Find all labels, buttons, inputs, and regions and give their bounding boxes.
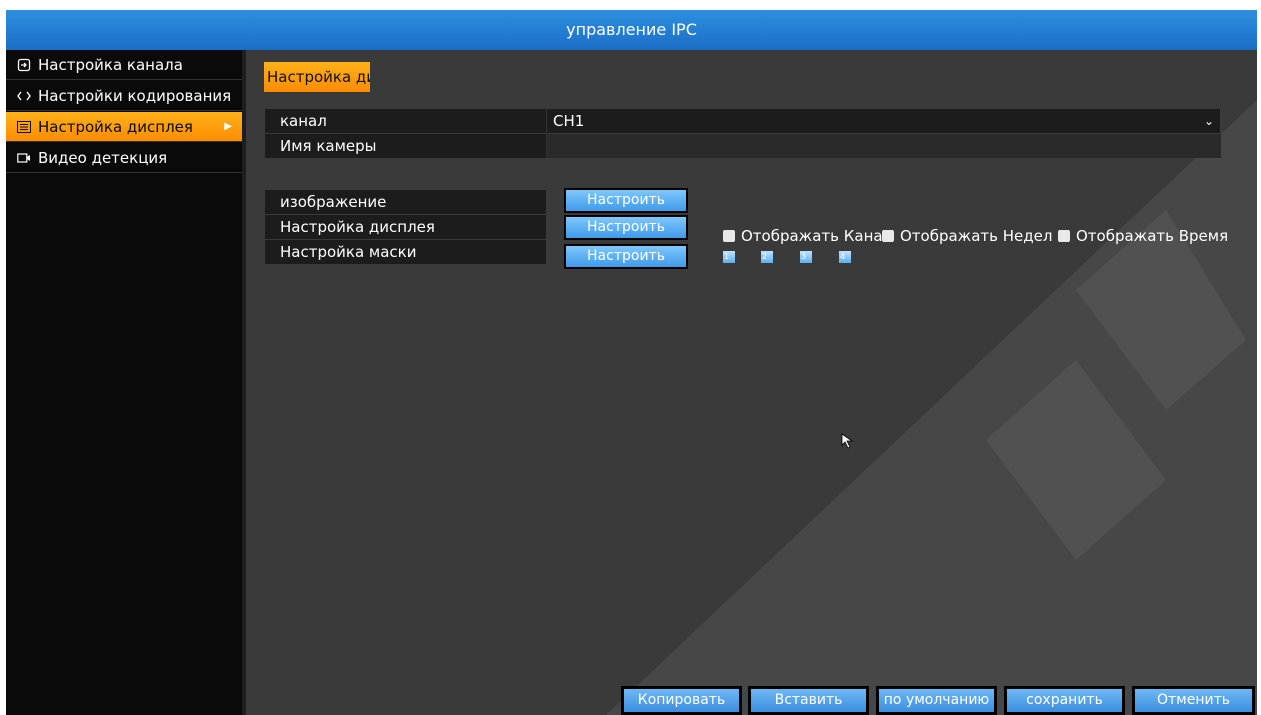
show-week-checkbox[interactable]: Отображать Недел (882, 226, 1052, 246)
checkbox-label: Отображать Недел (900, 227, 1053, 245)
code-icon (16, 89, 32, 103)
sidebar-item-label: Настройка дисплея (38, 117, 193, 136)
save-button[interactable]: сохранить (1004, 686, 1125, 715)
image-settings-label: изображение (265, 190, 546, 214)
window-title: управление IPC (6, 10, 1257, 50)
channel-label: канал (265, 109, 546, 133)
chevron-down-icon: ⌄ (1203, 114, 1214, 128)
ipc-management-window: управление IPC Настройка канала Настройк… (6, 10, 1257, 715)
button-label: Отменить (1135, 689, 1252, 712)
button-label: Вставить (751, 689, 866, 712)
copy-button[interactable]: Копировать (621, 686, 742, 715)
channel-input-icon (16, 58, 32, 72)
image-configure-button[interactable]: Настроить (564, 188, 688, 213)
mask-area-3-toggle[interactable]: 3 (800, 251, 812, 263)
video-camera-icon (16, 151, 32, 165)
checkbox-label: Отображать Кана (741, 227, 883, 245)
sidebar-divider (242, 50, 246, 715)
mask-settings-label: Настройка маски (265, 240, 546, 264)
sidebar: Настройка канала Настройки кодирования Н… (6, 50, 242, 715)
camera-name-label: Имя камеры (265, 134, 546, 158)
display-configure-button[interactable]: Настроить (564, 215, 688, 240)
show-channel-checkbox[interactable]: Отображать Кана (723, 226, 883, 246)
sidebar-item-video-detection[interactable]: Видео детекция (6, 143, 242, 173)
button-label: Настроить (566, 190, 686, 211)
sidebar-item-channel-settings[interactable]: Настройка канала (6, 50, 242, 80)
button-label: сохранить (1007, 689, 1122, 712)
button-label: по умолчанию (879, 689, 994, 712)
cancel-button[interactable]: Отменить (1132, 686, 1255, 715)
sidebar-item-encoding-settings[interactable]: Настройки кодирования (6, 81, 242, 111)
paste-button[interactable]: Вставить (748, 686, 869, 715)
show-time-checkbox[interactable]: Отображать Время (1058, 226, 1228, 246)
display-list-icon (16, 120, 32, 134)
default-button[interactable]: по умолчанию (876, 686, 997, 715)
sidebar-item-label: Настройка канала (38, 55, 183, 74)
checkbox-box[interactable] (723, 230, 735, 242)
button-label: Копировать (624, 689, 739, 712)
tab-display-settings[interactable]: Настройка ди (264, 62, 370, 92)
sidebar-item-label: Видео детекция (38, 148, 168, 167)
mask-configure-button[interactable]: Настроить (564, 244, 688, 269)
mouse-cursor-icon (841, 433, 854, 449)
brand-watermark-logo (606, 100, 1257, 715)
sidebar-item-display-settings[interactable]: Настройка дисплея ▶ (6, 112, 242, 142)
chevron-right-icon: ▶ (224, 121, 232, 132)
checkbox-box[interactable] (882, 230, 894, 242)
mask-area-1-toggle[interactable]: 1 (723, 251, 735, 263)
display-settings-label: Настройка дисплея (265, 215, 546, 239)
checkbox-label: Отображать Время (1076, 227, 1229, 245)
mask-area-4-toggle[interactable]: 4 (839, 251, 851, 263)
camera-name-field[interactable] (546, 134, 1221, 158)
channel-value: CH1 (553, 112, 585, 130)
sidebar-item-label: Настройки кодирования (38, 86, 232, 105)
button-label: Настроить (566, 246, 686, 267)
mask-area-2-toggle[interactable]: 2 (761, 251, 773, 263)
button-label: Настроить (566, 217, 686, 238)
channel-select[interactable]: CH1 ⌄ (546, 109, 1220, 133)
checkbox-box[interactable] (1058, 230, 1070, 242)
